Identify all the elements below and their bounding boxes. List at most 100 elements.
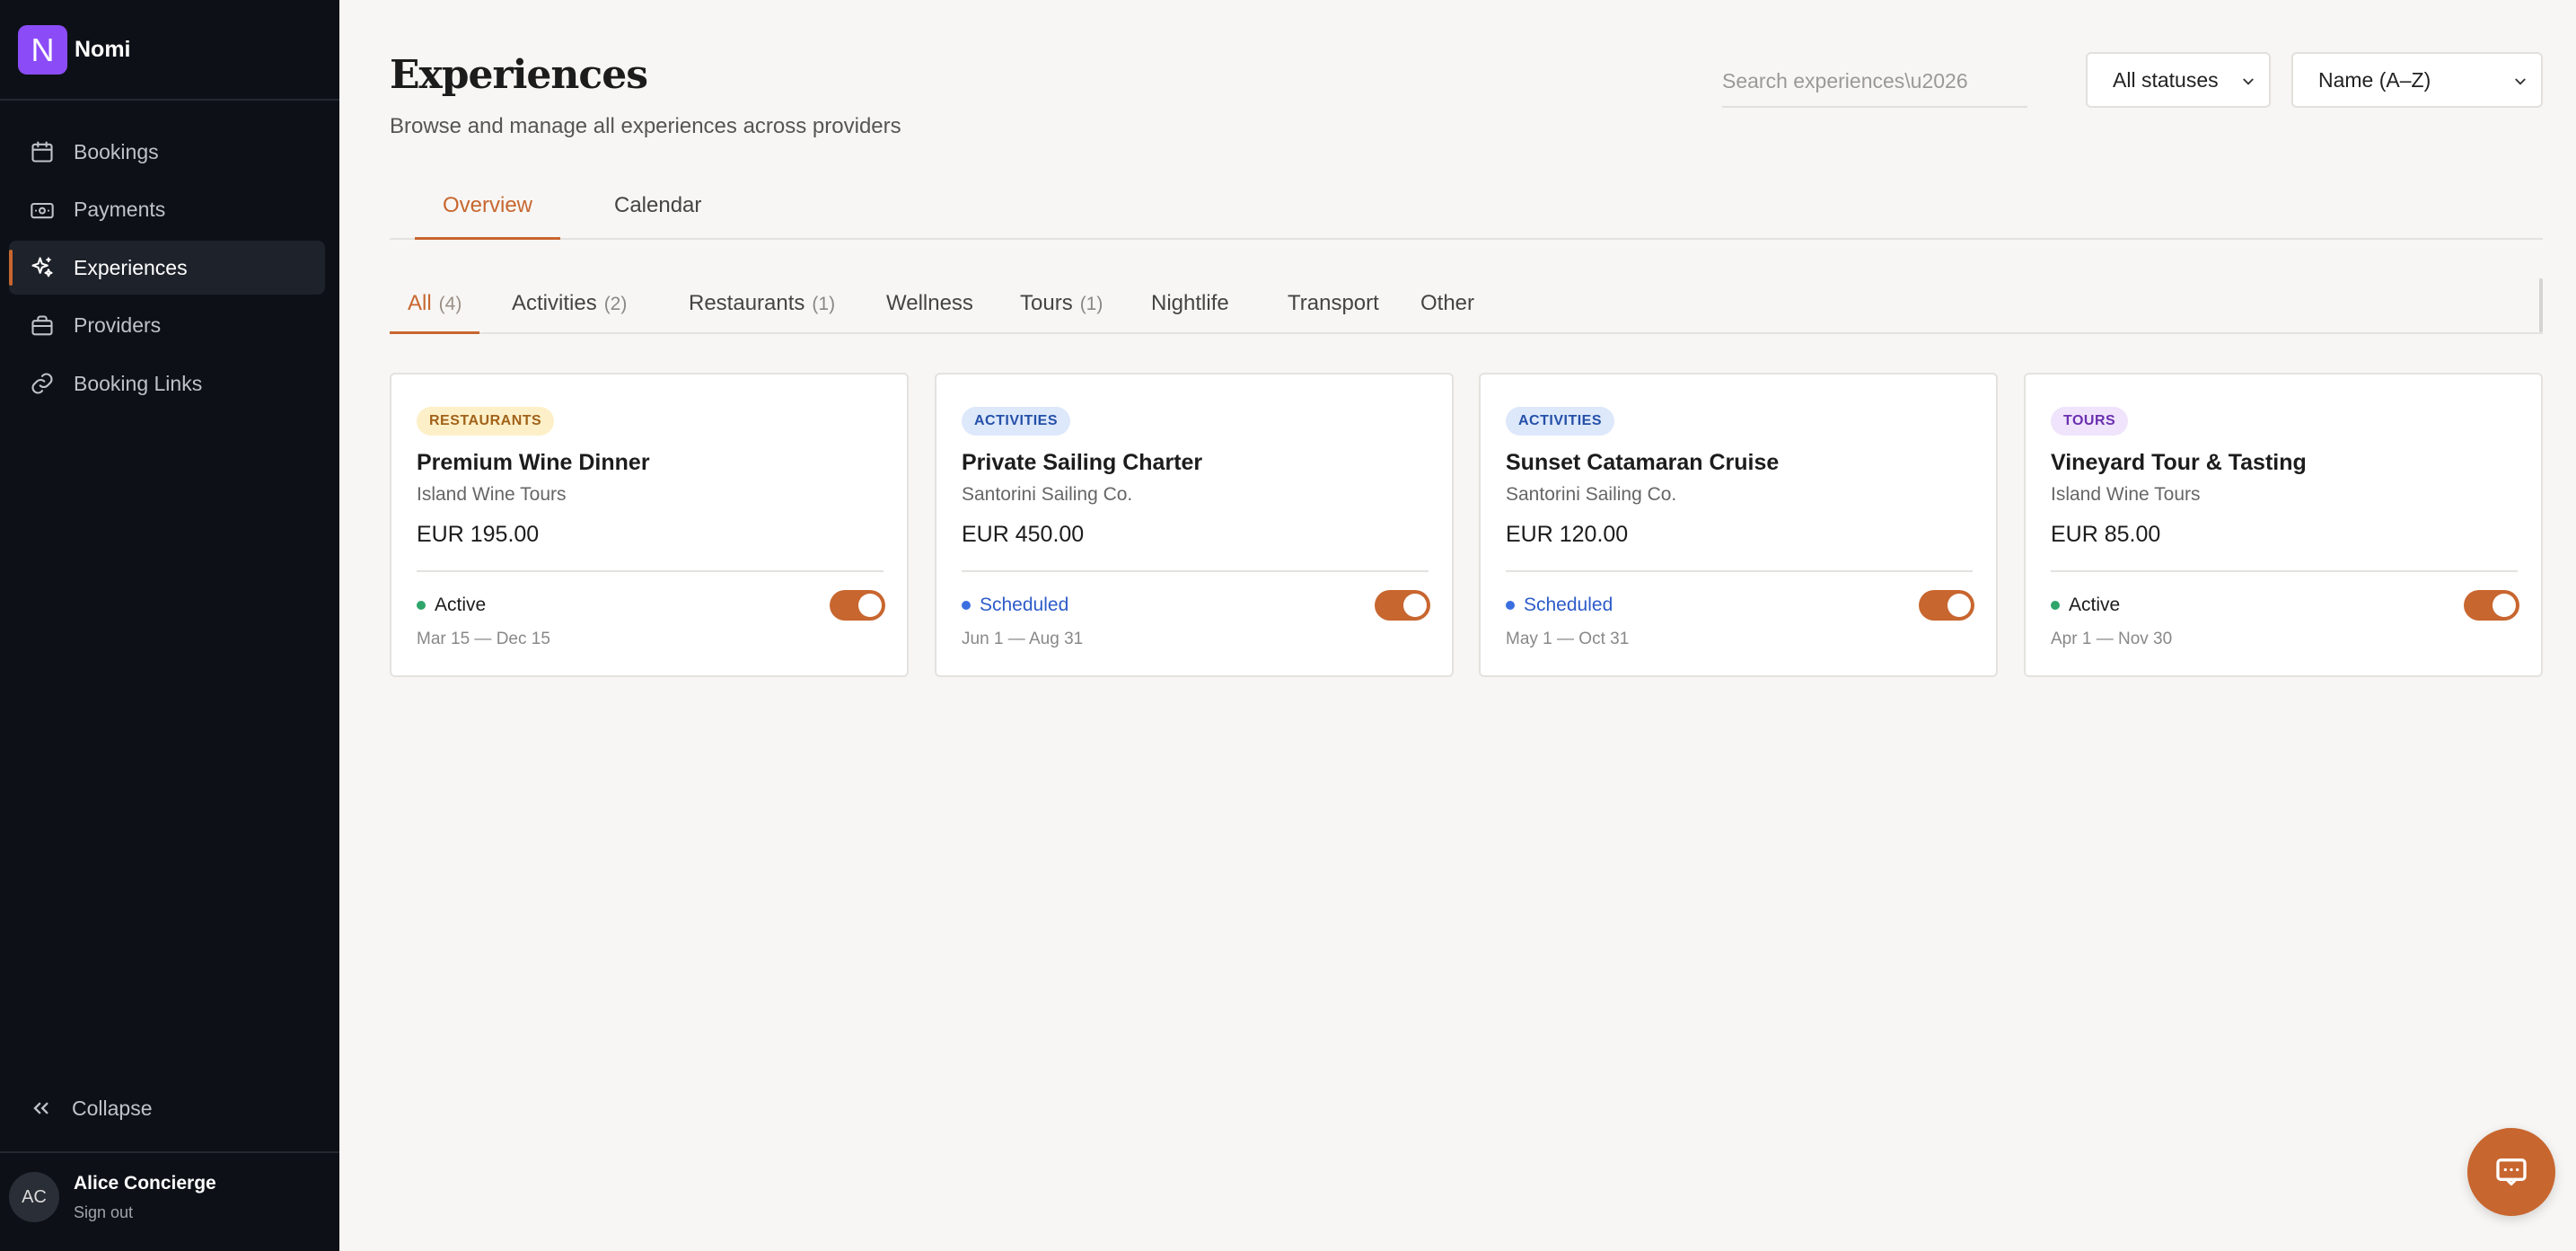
category-count: (1) — [812, 294, 836, 314]
page-title: Experiences — [390, 52, 648, 98]
category-tab-nightlife[interactable]: Nightlife — [1151, 291, 1229, 334]
status-filter-select[interactable]: All statuses — [2086, 52, 2271, 108]
sort-select[interactable]: Name (A–Z) — [2291, 52, 2543, 108]
user-name: Alice Concierge — [74, 1172, 216, 1194]
sign-out-link[interactable]: Sign out — [74, 1203, 216, 1222]
experience-price: EUR 450.00 — [962, 522, 1085, 547]
experience-price: EUR 195.00 — [417, 522, 540, 547]
sidebar-item-bookings[interactable]: Bookings — [9, 125, 325, 179]
category-badge: ACTIVITIES — [1506, 407, 1615, 436]
category-badge: ACTIVITIES — [962, 407, 1071, 436]
brand[interactable]: N Nomi — [18, 25, 131, 75]
tab-calendar[interactable]: Calendar — [614, 193, 701, 240]
category-tab-restaurants[interactable]: Restaurants (1) — [689, 291, 835, 334]
experience-dates: Jun 1 — Aug 31 — [962, 630, 1084, 648]
collapse-button[interactable]: Collapse — [29, 1096, 153, 1121]
category-tab-wellness[interactable]: Wellness — [886, 291, 973, 334]
sort-value: Name (A–Z) — [2318, 67, 2431, 92]
category-label: Activities — [512, 291, 597, 315]
card-divider — [2051, 570, 2518, 572]
sparkles-icon — [29, 254, 56, 281]
category-tab-tours[interactable]: Tours (1) — [1020, 291, 1103, 334]
category-tab-all[interactable]: All (4) — [390, 291, 480, 334]
avatar: AC — [9, 1172, 59, 1222]
banknote-icon — [29, 197, 56, 224]
search-input[interactable] — [1722, 56, 2027, 108]
experience-provider: Santorini Sailing Co. — [1506, 484, 1677, 505]
status-label: Scheduled — [1524, 595, 1613, 615]
chat-button[interactable] — [2467, 1128, 2555, 1216]
experience-price: EUR 85.00 — [2051, 522, 2161, 547]
experience-provider: Santorini Sailing Co. — [962, 484, 1133, 505]
experience-dates: Mar 15 — Dec 15 — [417, 630, 550, 648]
experience-card[interactable]: ACTIVITIES Private Sailing Charter Santo… — [935, 373, 1454, 677]
enable-toggle[interactable] — [1375, 590, 1430, 621]
chevron-down-icon — [2243, 78, 2254, 85]
card-divider — [962, 570, 1429, 572]
sidebar-item-label: Experiences — [74, 255, 188, 279]
experience-card[interactable]: ACTIVITIES Sunset Catamaran Cruise Santo… — [1479, 373, 1998, 677]
category-badge: TOURS — [2051, 407, 2129, 436]
experience-price: EUR 120.00 — [1506, 522, 1629, 547]
chevrons-left-icon — [33, 1102, 48, 1114]
chevron-down-icon — [2515, 78, 2526, 85]
experience-title: Premium Wine Dinner — [417, 450, 650, 475]
view-tabs: Overview Calendar — [390, 175, 2543, 240]
category-count: (1) — [1079, 294, 1103, 314]
experience-provider: Island Wine Tours — [2051, 484, 2201, 505]
experience-card[interactable]: TOURS Vineyard Tour & Tasting Island Win… — [2024, 373, 2543, 677]
sidebar-divider — [0, 1151, 339, 1153]
brand-logo: N — [18, 25, 67, 75]
calendar-icon — [29, 138, 56, 165]
category-tab-other[interactable]: Other — [1420, 291, 1474, 334]
category-label: Transport — [1288, 291, 1379, 315]
category-label: Nightlife — [1151, 291, 1229, 315]
sidebar-item-label: Providers — [74, 313, 162, 337]
page-subtitle: Browse and manage all experiences across… — [390, 114, 901, 138]
sidebar-nav: Bookings Payments Experiences Providers … — [9, 125, 325, 415]
experience-card[interactable]: RESTAURANTS Premium Wine Dinner Island W… — [390, 373, 909, 677]
category-scrollbar[interactable] — [2539, 278, 2543, 332]
user-profile: AC Alice Concierge Sign out — [9, 1172, 216, 1222]
collapse-label: Collapse — [72, 1096, 153, 1120]
category-badge: RESTAURANTS — [417, 407, 555, 436]
sidebar-item-payments[interactable]: Payments — [9, 183, 325, 237]
enable-toggle[interactable] — [830, 590, 885, 621]
status-label: Scheduled — [980, 595, 1069, 615]
sidebar-item-label: Booking Links — [74, 371, 203, 395]
enable-toggle[interactable] — [1919, 590, 1974, 621]
category-label: All — [408, 291, 432, 315]
category-label: Other — [1420, 291, 1475, 315]
tab-overview[interactable]: Overview — [415, 193, 560, 240]
category-label: Tours — [1020, 291, 1073, 315]
card-divider — [417, 570, 884, 572]
main-content: Experiences Browse and manage all experi… — [339, 0, 2576, 1251]
sidebar: N Nomi Bookings Payments Experiences Pro… — [0, 0, 339, 1251]
sidebar-item-label: Payments — [74, 198, 166, 221]
enable-toggle[interactable] — [2464, 590, 2519, 621]
sidebar-divider — [0, 99, 339, 101]
status-indicator: Active — [417, 595, 486, 616]
status-indicator: Scheduled — [1506, 595, 1613, 616]
chat-bubble-icon — [2496, 1158, 2527, 1185]
status-dot-icon — [2051, 601, 2060, 610]
category-tab-transport[interactable]: Transport — [1288, 291, 1379, 334]
link-icon — [29, 370, 56, 397]
experience-dates: May 1 — Oct 31 — [1506, 630, 1630, 648]
sidebar-item-booking-links[interactable]: Booking Links — [9, 357, 325, 410]
sidebar-item-label: Bookings — [74, 139, 159, 163]
brand-name: Nomi — [75, 37, 131, 62]
status-indicator: Scheduled — [962, 595, 1068, 616]
category-count: (2) — [603, 294, 628, 314]
tab-label: Overview — [442, 193, 533, 217]
sidebar-item-providers[interactable]: Providers — [9, 299, 325, 353]
experience-title: Private Sailing Charter — [962, 450, 1203, 475]
experience-provider: Island Wine Tours — [417, 484, 567, 505]
status-label: Active — [435, 595, 487, 615]
sidebar-item-experiences[interactable]: Experiences — [9, 241, 325, 295]
category-tab-activities[interactable]: Activities (2) — [512, 291, 627, 334]
status-indicator: Active — [2051, 595, 2120, 616]
status-dot-icon — [417, 601, 426, 610]
category-filter-tabs: All (4) Activities (2) Restaurants (1) Well… — [390, 271, 2543, 334]
status-filter-value: All statuses — [2113, 67, 2219, 92]
